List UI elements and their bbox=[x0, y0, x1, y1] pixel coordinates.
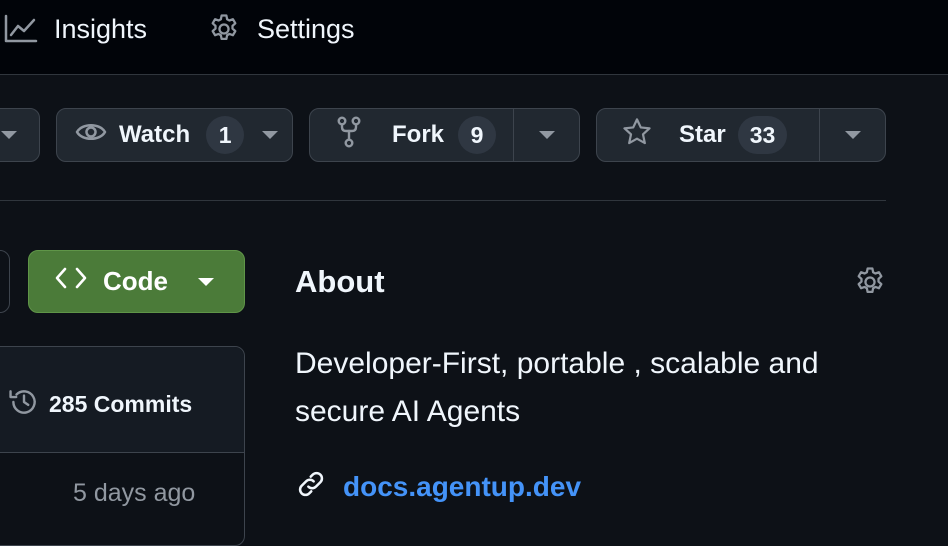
star-button[interactable]: Star 33 bbox=[596, 108, 886, 162]
chevron-down-icon bbox=[844, 131, 861, 139]
last-updated-text: 5 days ago bbox=[73, 479, 196, 507]
about-heading: About bbox=[295, 264, 385, 299]
chevron-down-icon bbox=[262, 131, 279, 139]
chevron-down-icon bbox=[538, 131, 555, 139]
watch-label: Watch bbox=[119, 121, 191, 148]
code-button[interactable]: Code bbox=[28, 250, 245, 313]
gear-icon bbox=[853, 267, 887, 303]
about-description: Developer-First, portable , scalable and… bbox=[295, 347, 819, 428]
homepage-link-row: docs.agentup.dev bbox=[295, 468, 581, 505]
watch-count: 1 bbox=[206, 116, 245, 154]
header-divider bbox=[0, 200, 886, 201]
star-dropdown[interactable] bbox=[819, 109, 885, 161]
branch-button[interactable] bbox=[0, 250, 10, 313]
link-icon bbox=[295, 468, 327, 505]
watch-button[interactable]: Watch 1 bbox=[56, 108, 293, 162]
fork-main[interactable]: Fork 9 bbox=[310, 109, 513, 161]
fork-icon bbox=[336, 116, 362, 155]
more-options-button[interactable] bbox=[0, 108, 40, 162]
star-icon bbox=[621, 117, 653, 154]
gear-icon bbox=[207, 12, 241, 46]
watch-main[interactable]: Watch 1 bbox=[57, 109, 245, 161]
fork-count: 9 bbox=[458, 116, 497, 154]
about-settings-button[interactable] bbox=[853, 265, 887, 304]
fork-dropdown[interactable] bbox=[513, 109, 579, 161]
tab-insights[interactable]: Insights bbox=[4, 0, 147, 58]
fork-label: Fork bbox=[392, 121, 445, 148]
chevron-down-icon bbox=[198, 277, 214, 286]
commits-count-label: 285 Commits bbox=[49, 391, 193, 417]
watch-dropdown[interactable] bbox=[244, 109, 279, 161]
code-icon bbox=[55, 266, 87, 297]
history-icon bbox=[7, 385, 41, 424]
chevron-down-icon bbox=[1, 131, 17, 139]
star-count: 33 bbox=[737, 116, 788, 154]
eye-icon bbox=[75, 119, 107, 152]
tab-insights-label: Insights bbox=[54, 13, 148, 44]
fork-button[interactable]: Fork 9 bbox=[309, 108, 580, 162]
star-main[interactable]: Star 33 bbox=[597, 109, 819, 161]
code-button-label: Code bbox=[103, 266, 168, 296]
file-browser: 285 Commits 5 days ago bbox=[0, 346, 245, 546]
repo-nav-bar: Insights Settings bbox=[0, 0, 948, 75]
tab-settings-label: Settings bbox=[257, 13, 355, 44]
homepage-link[interactable]: docs.agentup.dev bbox=[343, 471, 581, 503]
latest-commit-bar: 285 Commits bbox=[0, 347, 244, 453]
graph-icon bbox=[4, 14, 38, 44]
star-label: Star bbox=[679, 121, 726, 148]
tab-settings[interactable]: Settings bbox=[207, 0, 355, 58]
commits-link[interactable]: 285 Commits bbox=[7, 385, 192, 424]
